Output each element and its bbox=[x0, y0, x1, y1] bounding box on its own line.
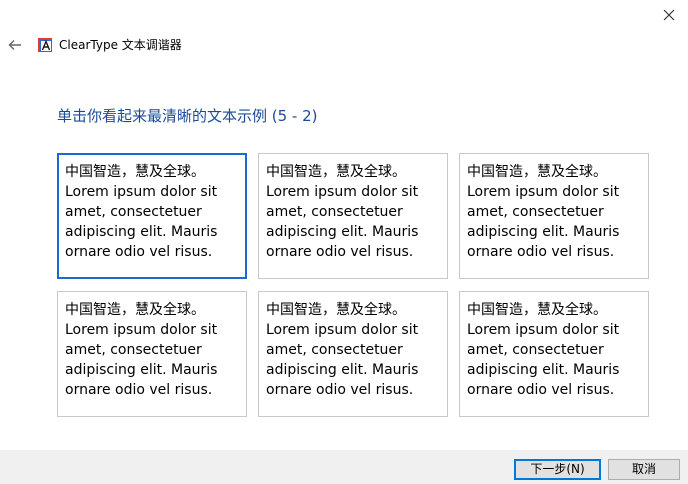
cancel-button[interactable]: 取消 bbox=[608, 459, 680, 480]
text-sample-1[interactable]: 中国智造，慧及全球。 Lorem ipsum dolor sit amet, c… bbox=[57, 153, 247, 279]
text-samples-grid: 中国智造，慧及全球。 Lorem ipsum dolor sit amet, c… bbox=[57, 153, 653, 421]
next-button[interactable]: 下一步(N) bbox=[514, 459, 601, 480]
back-button[interactable] bbox=[4, 34, 26, 56]
text-sample-3[interactable]: 中国智造，慧及全球。 Lorem ipsum dolor sit amet, c… bbox=[459, 153, 649, 279]
cleartype-icon bbox=[38, 38, 52, 52]
back-arrow-icon bbox=[8, 40, 21, 50]
sample-text: 中国智造，慧及全球。 Lorem ipsum dolor sit amet, c… bbox=[65, 164, 218, 260]
window-title: ClearType 文本调谐器 bbox=[59, 38, 182, 52]
text-sample-5[interactable]: 中国智造，慧及全球。 Lorem ipsum dolor sit amet, c… bbox=[258, 291, 448, 417]
close-button[interactable] bbox=[650, 0, 688, 30]
close-icon bbox=[663, 9, 675, 21]
sample-text: 中国智造，慧及全球。 Lorem ipsum dolor sit amet, c… bbox=[266, 302, 419, 398]
text-sample-4[interactable]: 中国智造，慧及全球。 Lorem ipsum dolor sit amet, c… bbox=[57, 291, 247, 417]
sample-text: 中国智造，慧及全球。 Lorem ipsum dolor sit amet, c… bbox=[467, 164, 620, 260]
sample-text: 中国智造，慧及全球。 Lorem ipsum dolor sit amet, c… bbox=[467, 302, 620, 398]
text-sample-2[interactable]: 中国智造，慧及全球。 Lorem ipsum dolor sit amet, c… bbox=[258, 153, 448, 279]
sample-text: 中国智造，慧及全球。 Lorem ipsum dolor sit amet, c… bbox=[65, 302, 218, 398]
sample-text: 中国智造，慧及全球。 Lorem ipsum dolor sit amet, c… bbox=[266, 164, 419, 260]
text-sample-6[interactable]: 中国智造，慧及全球。 Lorem ipsum dolor sit amet, c… bbox=[459, 291, 649, 417]
page-heading: 单击你看起来最清晰的文本示例 (5 - 2) bbox=[57, 107, 318, 125]
